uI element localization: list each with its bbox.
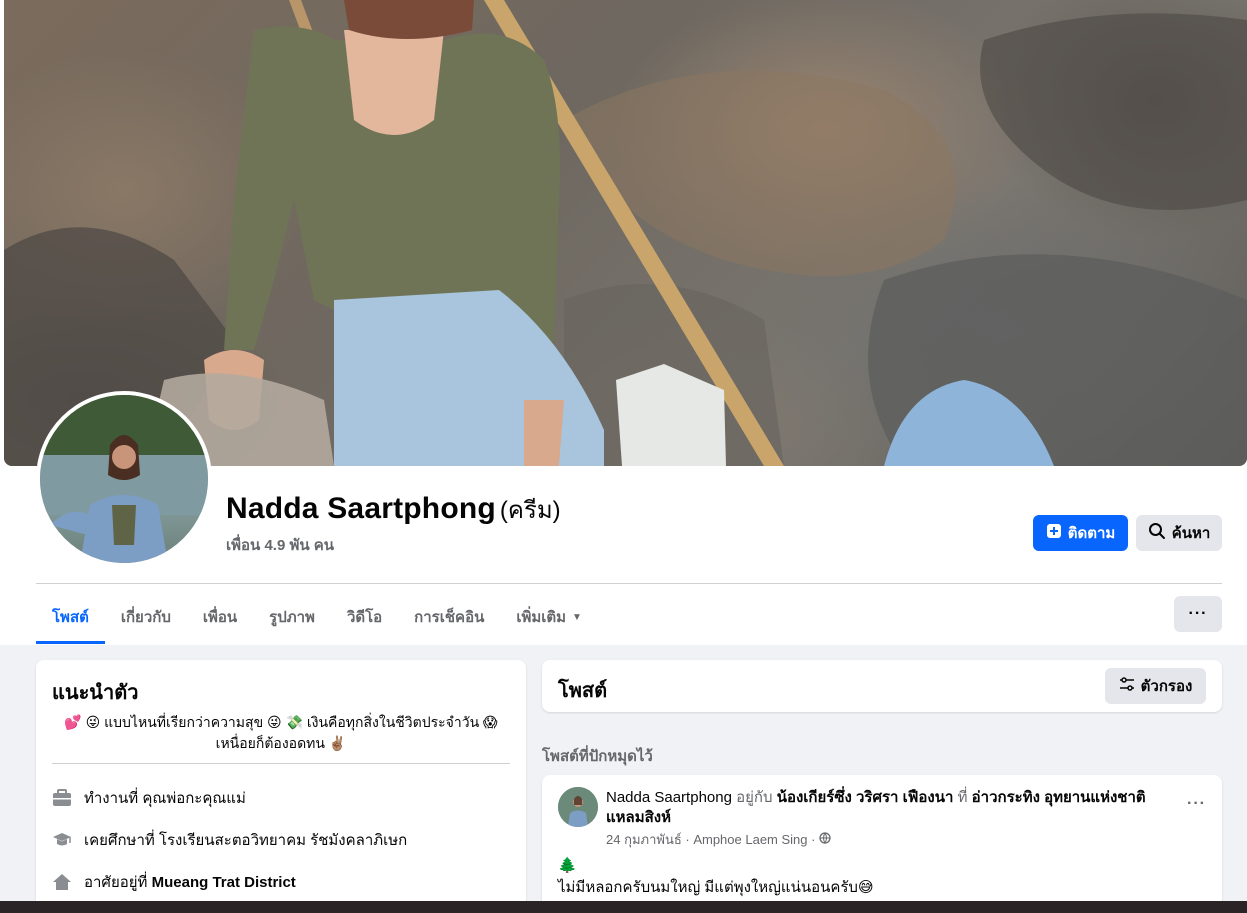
filter-icon [1119,677,1135,695]
post-emoji: 🌲 [558,857,577,874]
intro-work-prefix: ทำงานที่ [84,790,139,807]
globe-icon [819,832,832,847]
bio-line-2: เหนื่อยก็ต้องอดทน ✌🏽 [215,735,347,751]
pinned-posts-label: โพสต์ที่ปักหมุดไว้ [542,748,653,765]
tab-posts[interactable]: โพสต์ [36,590,105,644]
post-with-text: อยู่กับ [731,789,777,806]
profile-name: Nadda Saartphong [226,492,496,525]
friends-count[interactable]: เพื่อน 4.9 พัน คน [226,533,334,557]
tab-about[interactable]: เกี่ยวกับ [105,590,187,644]
follow-label: ติดตาม [1067,525,1116,542]
profile-avatar-image [40,395,208,563]
posts-header-card: โพสต์ ตัวกรอง [542,660,1222,712]
post-text: ไม่มีหลอกครับนมใหญ่ มีแต่พุงใหญ่แน่นอนคร… [558,879,874,896]
intro-work-value[interactable]: คุณพ่อกะคุณแม่ [142,786,246,810]
search-icon [1148,522,1166,544]
post-tagged-user[interactable]: น้องเกียร์ซึ่ง วริศรา เฟืองนา [777,789,954,806]
filter-label: ตัวกรอง [1140,678,1193,695]
post-at-text: ที่ [953,789,972,806]
post-meta: 24 กุมภาพันธ์ · Amphoe Laem Sing · [606,829,832,850]
intro-edu-prefix: เคยศึกษาที่ [84,832,155,849]
intro-title: แนะนำตัว [52,682,139,704]
intro-bio: 💕 😜 แบบไหนที่เรียกว่าความสุข 😜 💸 เงินคือ… [52,712,510,754]
intro-home-prefix: อาศัยอยู่ที่ [84,874,148,891]
tab-more[interactable]: เพิ่มเติม ▼ [500,590,598,644]
search-label: ค้นหา [1171,525,1211,542]
tab-label: การเช็คอิน [414,609,485,626]
tab-label: เกี่ยวกับ [120,609,171,626]
profile-name-block: Nadda Saartphong (ครีม) [226,490,561,529]
bio-line-1: 💕 😜 แบบไหนที่เรียกว่าความสุข 😜 💸 เงินคือ… [64,714,498,730]
home-icon [52,872,72,892]
post-card: Nadda Saartphong อยู่กับ น้องเกียร์ซึ่ง … [542,775,1222,913]
tab-label: โพสต์ [52,609,89,626]
tab-photos[interactable]: รูปภาพ [253,590,331,644]
intro-home: อาศัยอยู่ที่ Mueang Trat District [52,870,296,894]
profile-tabs: โพสต์ เกี่ยวกับ เพื่อน รูปภาพ วิดีโอ การ… [36,590,598,644]
caret-down-icon: ▼ [572,611,582,623]
post-date[interactable]: 24 กุมภาพันธ์ · Amphoe Laem Sing · [606,829,815,850]
tab-label: รูปภาพ [269,609,315,626]
post-author-name[interactable]: Nadda Saartphong [606,789,732,806]
posts-title: โพสต์ [558,680,608,702]
tab-friends[interactable]: เพื่อน [187,590,253,644]
profile-nickname: (ครีม) [499,497,561,524]
briefcase-icon [52,788,72,808]
post-body: 🌲 ไม่มีหลอกครับนมใหญ่ มีแต่พุงใหญ่แน่นอน… [558,855,874,899]
post-options-button[interactable]: ··· [1187,795,1206,813]
profile-avatar[interactable] [36,391,212,567]
intro-edu-value[interactable]: โรงเรียนสะตอวิทยาคม รัชมังคลาภิเษก [159,828,407,852]
taskbar [0,901,1247,913]
follow-button[interactable]: ติดตาม [1033,515,1128,551]
post-author-avatar[interactable] [558,787,598,827]
intro-card: แนะนำตัว 💕 😜 แบบไหนที่เรียกว่าความสุข 😜 … [36,660,526,913]
follow-icon [1046,523,1062,543]
intro-divider [52,763,510,764]
intro-education: เคยศึกษาที่ โรงเรียนสะตอวิทยาคม รัชมังคล… [52,828,407,852]
header-divider [36,583,1222,584]
tab-videos[interactable]: วิดีโอ [331,590,398,644]
tab-label: เพิ่มเติม [516,609,567,626]
tab-checkins[interactable]: การเช็คอิน [398,590,500,644]
graduation-cap-icon [52,830,72,850]
post-header: Nadda Saartphong อยู่กับ น้องเกียร์ซึ่ง … [606,788,1166,828]
filter-button[interactable]: ตัวกรอง [1105,668,1206,704]
intro-work: ทำงานที่ คุณพ่อกะคุณแม่ [52,786,246,810]
search-button[interactable]: ค้นหา [1136,515,1222,551]
tab-label: เพื่อน [202,609,238,626]
cover-photo-image [4,0,1247,466]
intro-home-value[interactable]: Mueang Trat District [152,874,296,891]
tab-label: วิดีโอ [346,609,383,626]
more-options-button[interactable]: ··· [1174,596,1222,632]
cover-photo[interactable] [4,0,1247,466]
